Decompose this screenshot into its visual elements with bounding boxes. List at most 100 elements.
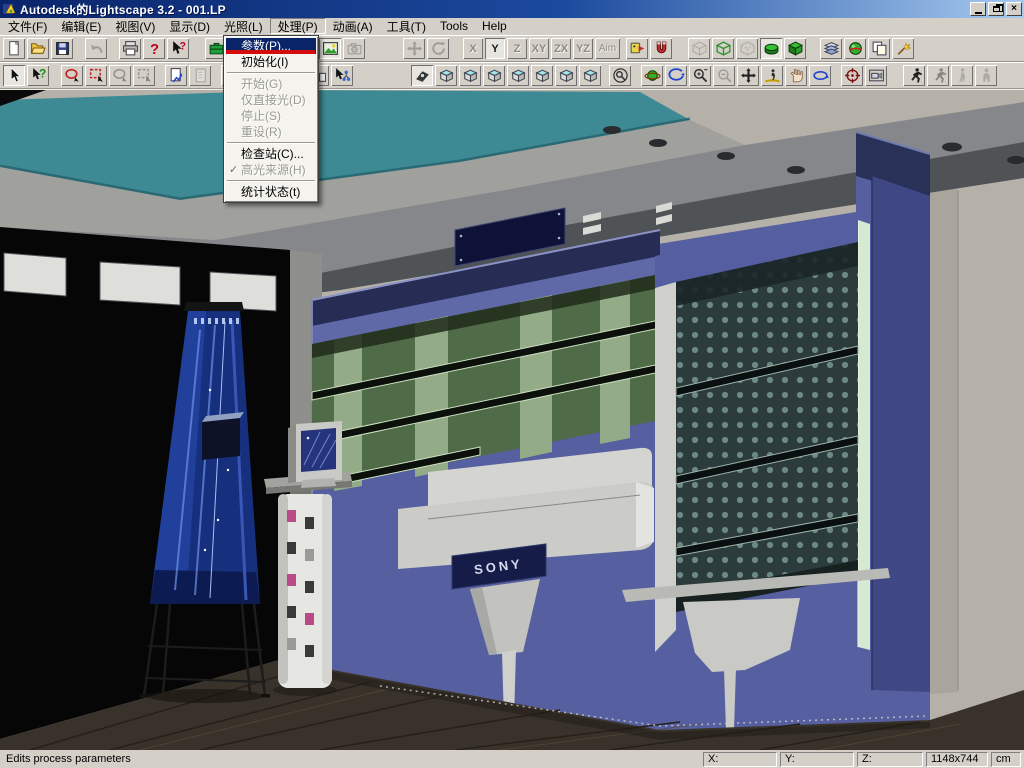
toolbar-button-wireframe-cube[interactable] [711,37,735,60]
toolbar-button-query-select[interactable]: ? [26,64,50,87]
toolbar-button-print[interactable] [118,37,142,60]
toolbar-button-orbit-rotate[interactable] [664,64,688,87]
toolbar-button-fence-select[interactable] [84,64,108,87]
toolbar-button-target-zoom[interactable] [840,64,864,87]
toolbar-button-save-file[interactable] [50,37,74,60]
toolbar-button-iso-view-2[interactable] [458,64,482,87]
render-sphere-icon [847,40,864,57]
menu-item-checkpoint[interactable]: 检查站(C)... [226,146,316,162]
restore-button[interactable] [988,2,1004,16]
toolbar-button-zoom-in-out[interactable] [688,64,712,87]
toolbar-button-axis-zx[interactable]: ZX [550,37,572,60]
toolbar-button-layers[interactable] [819,37,843,60]
toolbar-button-axis-z[interactable]: Z [506,37,528,60]
menu-edit[interactable]: 编辑(E) [54,18,108,34]
toolbar-button-axis-x[interactable]: X [462,37,484,60]
toolbar-button-axis-yz[interactable]: YZ [572,37,594,60]
menu-item-reset[interactable]: 重设(R) [226,124,316,140]
toolbar-button-axis-aim[interactable]: Aim [594,37,621,60]
toolbar-button-solid-cube-mode[interactable] [783,37,807,60]
toolbar-button-iso-view-1[interactable] [434,64,458,87]
menu-view[interactable]: 视图(V) [108,18,162,34]
status-units: cm [991,751,1021,767]
toolbar-button-iso-view-5[interactable] [530,64,554,87]
toolbar-button-snap-magnet[interactable] [649,37,673,60]
toolbar-button-walk-motion[interactable] [950,64,974,87]
window-pane [99,261,181,306]
toolbar-button-camera-frame[interactable] [864,64,888,87]
svg-text:?: ? [179,41,185,53]
toolbar-button-orbit-sphere[interactable] [640,64,664,87]
walk-through-icon [764,67,781,84]
toolbar-button-select-hierarchy[interactable] [330,64,354,87]
hand-drag-icon [788,67,805,84]
toolbar-button-lasso-select[interactable] [60,64,84,87]
toolbar-standard: ?? X Y Z XY ZX YZ Aim [0,35,1024,62]
toolbar-button-enhance-wand[interactable] [891,37,915,60]
toolbar-button-iso-view-3[interactable] [482,64,506,87]
menu-process[interactable]: 处理(P) [269,18,326,34]
toolbar-button-walk-through[interactable] [760,64,784,87]
toolbar-button-pan-view[interactable] [736,64,760,87]
toolbar-button-hidden-line-mode[interactable] [735,37,759,60]
toolbar-button-orbit-loop[interactable] [808,64,832,87]
toolbar-button-surface-properties[interactable] [625,37,649,60]
menu-item-direct-only[interactable]: 仅直接光(D) [226,92,316,108]
toolbar-button-import-page[interactable] [188,64,212,87]
toolbar-button-select-arrow[interactable] [2,64,26,87]
print-icon [122,40,139,57]
menu-item-statistics[interactable]: 统计状态(t) [226,184,316,200]
menu-file[interactable]: 文件(F) [1,18,54,34]
toolbar-button-axis-y[interactable]: Y [484,37,506,60]
toolbar-button-iso-view-6[interactable] [554,64,578,87]
toolbar-button-run-motion-alt[interactable] [926,64,950,87]
hidden-line-mode-icon [739,40,756,57]
toolbar-button-new-document[interactable] [2,37,26,60]
close-button[interactable]: × [1006,2,1022,16]
toolbar-button-render-sphere[interactable] [843,37,867,60]
toolbar-button-wireframe-mode[interactable] [687,37,711,60]
toolbar-button-solid-shaded-mode[interactable] [759,37,783,60]
menu-tools-cn[interactable]: 工具(T) [380,18,433,34]
toolbar-button-stand-motion[interactable] [974,64,998,87]
menu-item-stop[interactable]: 停止(S) [226,108,316,124]
toolbar-button-iso-view-4[interactable] [506,64,530,87]
toolbar-button-export-page[interactable] [164,64,188,87]
menu-tools[interactable]: Tools [433,18,475,34]
toolbar-button-axis-xy[interactable]: XY [528,37,550,60]
toolbar-button-zoom-extents[interactable] [712,64,736,87]
toolbar-button-context-help[interactable]: ? [166,37,190,60]
minimize-button[interactable] [970,2,986,16]
toolbar-button-duplicate-view[interactable] [867,37,891,60]
menu-item-highlight-source[interactable]: ✓ 高光来源(H) [226,162,316,178]
menu-item-start[interactable]: 开始(G) [226,76,316,92]
camera-view-tool-icon [414,67,431,84]
toolbar-button-camera-view-tool[interactable] [410,64,434,87]
menu-display[interactable]: 显示(D) [162,18,217,34]
toolbar-button-fence-select-alt[interactable] [132,64,156,87]
context-help-icon: ? [170,40,187,57]
toolbar-button-snapshot-camera[interactable] [342,37,366,60]
viewport-3d[interactable]: SONY [0,89,1024,750]
minimize-icon [974,11,982,14]
menu-help[interactable]: Help [475,18,514,34]
menu-lighting[interactable]: 光照(L) [217,18,270,34]
toolbar-button-open-file[interactable] [26,37,50,60]
lasso-select-alt-icon [112,67,129,84]
toolbar-button-pan-mode[interactable] [402,37,426,60]
toolbar-button-help[interactable]: ? [142,37,166,60]
toolbar-button-lasso-select-alt[interactable] [108,64,132,87]
toolbar-button-hand-drag[interactable] [784,64,808,87]
material-view-icon [322,40,339,57]
toolbar-button-iso-view-7[interactable] [578,64,602,87]
toolbar-button-undo[interactable] [84,37,108,60]
menu-separator [227,180,315,182]
menu-animation[interactable]: 动画(A) [326,18,380,34]
title-bar[interactable]: Autodesk的Lightscape 3.2 - 001.LP × [0,0,1024,18]
toolbar-button-region-zoom[interactable] [608,64,632,87]
toolbar-button-rotate-mode[interactable] [426,37,450,60]
window-title: Autodesk的Lightscape 3.2 - 001.LP [20,2,226,17]
menu-item-initialize[interactable]: 初始化(I) [226,54,316,70]
toolbar-button-material-view[interactable] [318,37,342,60]
toolbar-button-run-motion[interactable] [902,64,926,87]
